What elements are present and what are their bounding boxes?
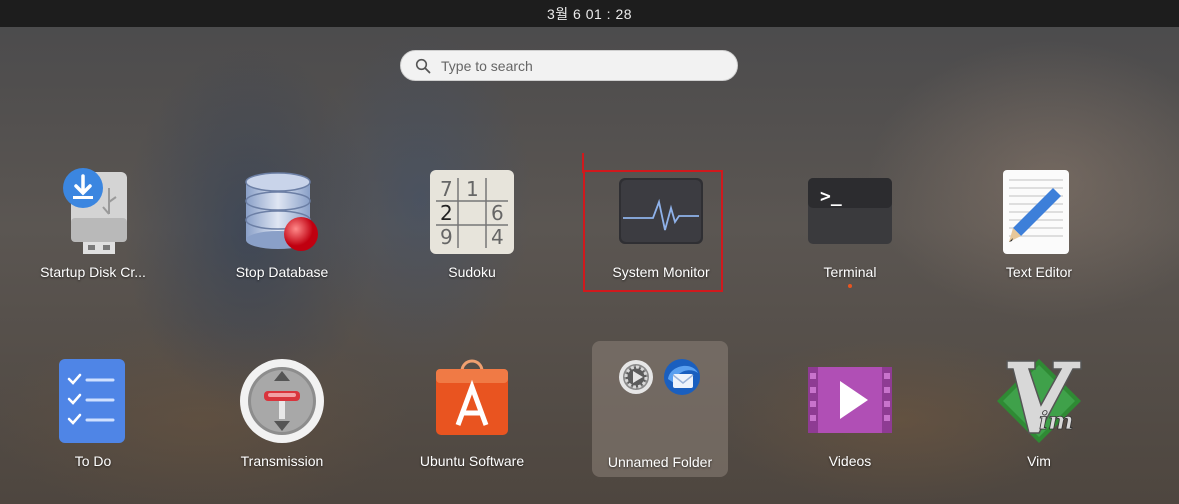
app-ubuntu-software[interactable]: Ubuntu Software <box>397 357 547 497</box>
app-label: Text Editor <box>1005 264 1073 280</box>
text-editor-icon <box>1003 170 1069 254</box>
search-icon <box>415 58 431 73</box>
selection-marker <box>582 153 584 173</box>
usb-drive-icon <box>63 168 127 254</box>
sudoku-digit: 9 <box>440 225 453 249</box>
shopping-bag-icon <box>436 359 508 435</box>
app-label: Ubuntu Software <box>419 453 525 469</box>
app-vim[interactable]: im Vim <box>964 357 1114 497</box>
app-startup-disk-creator[interactable]: Startup Disk Cr... <box>18 168 168 308</box>
running-indicator <box>848 284 852 288</box>
app-stop-database[interactable]: Stop Database <box>207 168 357 308</box>
app-label: Startup Disk Cr... <box>40 264 146 280</box>
app-sudoku[interactable]: 7 1 2 6 9 4 Sudoku <box>397 168 547 308</box>
app-label: Transmission <box>240 453 324 469</box>
app-videos[interactable]: Videos <box>775 357 925 497</box>
app-label: Sudoku <box>448 264 496 280</box>
search-input[interactable]: Type to search <box>400 50 738 81</box>
sudoku-digit: 1 <box>466 177 479 201</box>
app-system-monitor[interactable]: System Monitor <box>586 168 736 308</box>
app-label: Vim <box>1027 453 1051 469</box>
todo-list-icon <box>59 359 125 443</box>
thunderbird-icon <box>664 359 700 395</box>
sudoku-digit: 4 <box>491 225 504 249</box>
app-label: Videos <box>828 453 872 469</box>
app-to-do[interactable]: To Do <box>18 357 168 497</box>
top-bar: 3월 6 01 : 28 <box>0 0 1179 27</box>
svg-text:im: im <box>1039 406 1074 435</box>
sudoku-digit: 2 <box>440 201 453 225</box>
app-label: Stop Database <box>235 264 329 280</box>
sudoku-digit: 6 <box>491 201 504 225</box>
transmission-icon <box>240 359 324 443</box>
sudoku-grid-icon: 7 1 2 6 9 4 <box>430 170 514 254</box>
app-label: System Monitor <box>612 264 710 280</box>
sudoku-digit: 7 <box>440 177 453 201</box>
app-transmission[interactable]: Transmission <box>207 357 357 497</box>
app-text-editor[interactable]: Text Editor <box>964 168 1114 308</box>
vim-logo-icon: im <box>997 359 1082 443</box>
database-stop-icon <box>245 172 318 251</box>
app-terminal[interactable]: >_ Terminal <box>775 168 925 308</box>
clock[interactable]: 3월 6 01 : 28 <box>547 4 632 24</box>
terminal-prompt: >_ <box>820 186 842 207</box>
app-label: To Do <box>74 453 112 469</box>
system-monitor-icon <box>619 178 703 244</box>
search-placeholder: Type to search <box>441 57 533 74</box>
app-label: Terminal <box>823 264 877 280</box>
folder-label: Unnamed Folder <box>607 454 713 470</box>
videos-play-icon <box>808 367 892 433</box>
settings-gear-icon <box>619 360 653 394</box>
app-folder-unnamed[interactable]: Unnamed Folder <box>592 341 728 477</box>
terminal-icon: >_ <box>808 178 892 244</box>
